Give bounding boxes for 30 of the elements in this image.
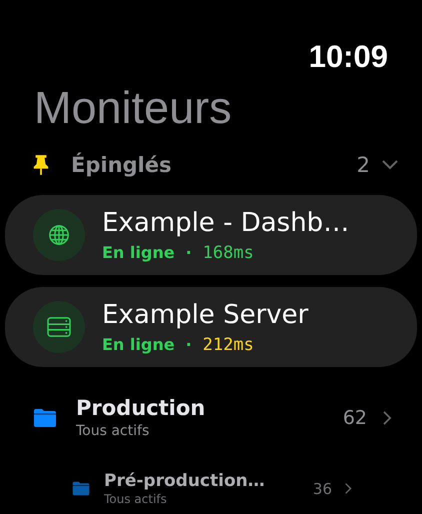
folder-name: Production — [76, 395, 206, 421]
monitor-name: Example - Dashb… — [102, 207, 350, 239]
folder-icon — [72, 481, 90, 496]
status-text: En ligne — [102, 243, 175, 263]
server-icon — [47, 316, 71, 338]
chevron-down-icon[interactable] — [382, 160, 398, 170]
pin-icon — [32, 154, 50, 176]
folder-icon — [33, 408, 57, 428]
folder-row[interactable]: Pré-production… Tous actifs 36 — [72, 471, 422, 506]
chevron-right-icon — [383, 411, 392, 425]
folder-subtitle: Tous actifs — [76, 422, 150, 441]
monitor-card[interactable]: Example - Dashb… En ligne · 168ms — [5, 195, 417, 275]
monitor-name: Example Server — [102, 299, 308, 331]
latency-text: 168ms — [202, 243, 254, 263]
section-label: Épinglés — [71, 153, 172, 177]
separator-dot: · — [186, 335, 192, 355]
separator-dot: · — [186, 243, 192, 263]
page-title: Moniteurs — [34, 82, 233, 134]
chevron-right-icon — [345, 483, 352, 494]
status-text: En ligne — [102, 335, 175, 355]
section-count: 2 — [356, 153, 370, 177]
latency-text: 212ms — [202, 335, 254, 355]
folder-row[interactable]: Production Tous actifs 62 — [33, 395, 422, 441]
folder-subtitle: Tous actifs — [104, 492, 168, 506]
folder-name: Pré-production… — [104, 471, 266, 492]
globe-icon — [48, 224, 70, 246]
clock-time: 10:09 — [308, 38, 388, 76]
folder-count: 36 — [312, 480, 332, 498]
folder-count: 62 — [342, 407, 367, 429]
monitor-card[interactable]: Example Server En ligne · 212ms — [5, 287, 417, 367]
